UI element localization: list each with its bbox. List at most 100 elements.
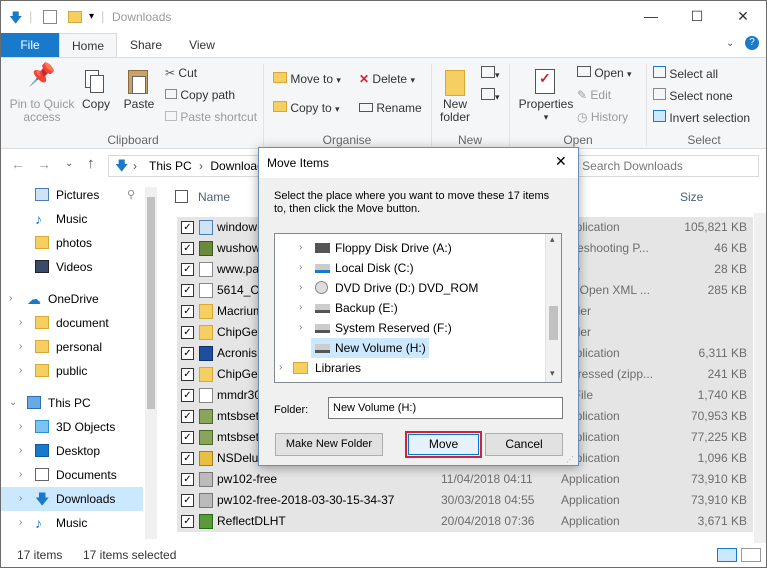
- paste-button[interactable]: Paste: [121, 68, 157, 111]
- row-checkbox[interactable]: ✓: [181, 452, 194, 465]
- sidebar-item-this-pc[interactable]: ⌄ This PC: [1, 391, 143, 415]
- chevron-right-icon[interactable]: ›: [279, 358, 282, 378]
- minimize-button[interactable]: —: [628, 1, 674, 31]
- tree-item-local-disk[interactable]: › Local Disk (C:): [275, 258, 547, 278]
- up-arrow-icon[interactable]: ↑: [87, 155, 95, 172]
- sidebar-item-photos[interactable]: photos: [1, 231, 143, 255]
- chevron-right-icon[interactable]: ›: [19, 511, 22, 535]
- sidebar-item-documents[interactable]: › Documents: [1, 463, 143, 487]
- row-checkbox[interactable]: ✓: [181, 368, 194, 381]
- back-arrow-icon[interactable]: ←: [11, 156, 25, 172]
- down-arrow-icon[interactable]: 🡇: [9, 9, 22, 31]
- edit-button[interactable]: ✎ Edit: [577, 88, 611, 102]
- chevron-right-icon[interactable]: ›: [19, 335, 22, 359]
- chevron-right-icon[interactable]: ›: [299, 258, 302, 278]
- chevron-right-icon[interactable]: ›: [9, 287, 12, 311]
- row-checkbox[interactable]: ✓: [181, 284, 194, 297]
- chevron-right-icon[interactable]: ›: [19, 359, 22, 383]
- sidebar-scrollbar[interactable]: [145, 187, 157, 539]
- tree-scrollbar[interactable]: ▴ ▾: [545, 234, 561, 382]
- chevron-right-icon[interactable]: ›: [299, 238, 302, 258]
- address-bar[interactable]: 🡇 › This PC › Downloads: [108, 155, 278, 177]
- new-folder-icon[interactable]: [68, 11, 82, 23]
- scroll-up-icon[interactable]: ▴: [550, 234, 555, 245]
- row-checkbox[interactable]: ✓: [181, 221, 194, 234]
- sidebar-item-onedrive[interactable]: › ☁ OneDrive: [1, 287, 143, 311]
- chevron-right-icon[interactable]: ›: [19, 463, 22, 487]
- dialog-close-icon[interactable]: ✕: [555, 153, 567, 170]
- chevron-right-icon[interactable]: ›: [19, 487, 22, 511]
- table-row[interactable]: ✓ ReflectDLHT 20/04/2018 07:36 Application 3…: [177, 511, 753, 532]
- new-item-button[interactable]: ▾: [481, 66, 500, 81]
- paste-shortcut-button[interactable]: Paste shortcut: [165, 110, 257, 124]
- close-button[interactable]: ✕: [720, 1, 766, 31]
- chevron-right-icon[interactable]: ›: [299, 278, 302, 298]
- tree-item-system-reserved[interactable]: › System Reserved (F:): [275, 318, 547, 338]
- row-checkbox[interactable]: ✓: [181, 410, 194, 423]
- chevron-right-icon[interactable]: ›: [19, 439, 22, 463]
- file-list-scrollbar[interactable]: [754, 213, 766, 543]
- move-to-button[interactable]: Move to ▾: [273, 72, 341, 86]
- chevron-right-icon[interactable]: ›: [299, 318, 302, 338]
- copy-button[interactable]: Copy: [79, 68, 113, 111]
- scrollbar-thumb[interactable]: [549, 306, 558, 340]
- easy-access-button[interactable]: ▾: [481, 88, 500, 103]
- row-checkbox[interactable]: ✓: [181, 473, 194, 486]
- scroll-down-icon[interactable]: ▾: [550, 368, 555, 379]
- chevron-right-icon[interactable]: ›: [299, 298, 302, 318]
- scrollbar-thumb[interactable]: [147, 197, 155, 409]
- sidebar-item-3d-objects[interactable]: › 3D Objects: [1, 415, 143, 439]
- chevron-right-icon[interactable]: ›: [19, 415, 22, 439]
- make-new-folder-button[interactable]: Make New Folder: [275, 433, 383, 456]
- select-all-button[interactable]: Select all: [653, 66, 718, 81]
- breadcrumb-this-pc[interactable]: This PC: [149, 159, 192, 173]
- tab-view[interactable]: View: [177, 33, 227, 57]
- row-checkbox[interactable]: ✓: [181, 431, 194, 444]
- folder-tree[interactable]: › Floppy Disk Drive (A:) › Local Disk (C…: [274, 233, 562, 383]
- select-none-button[interactable]: Select none: [653, 88, 733, 103]
- resize-grip-icon[interactable]: ⋰: [566, 455, 574, 464]
- tab-home[interactable]: Home: [59, 33, 117, 57]
- row-checkbox[interactable]: ✓: [181, 389, 194, 402]
- column-name[interactable]: Name: [198, 190, 230, 204]
- new-folder-button[interactable]: New folder: [435, 66, 475, 124]
- select-all-checkbox[interactable]: [175, 190, 188, 203]
- cut-button[interactable]: ✂ Cut: [165, 66, 197, 80]
- tree-item-floppy[interactable]: › Floppy Disk Drive (A:): [275, 238, 547, 258]
- search-input[interactable]: ⚲ Search Downloads: [563, 155, 759, 177]
- row-checkbox[interactable]: ✓: [181, 515, 194, 528]
- delete-button[interactable]: ✕ Delete ▾: [359, 72, 415, 86]
- properties-button[interactable]: ✓ Properties ▾: [515, 66, 577, 124]
- sidebar-item-personal[interactable]: › personal: [1, 335, 143, 359]
- history-button[interactable]: ◷ History: [577, 110, 628, 124]
- sidebar-item-desktop[interactable]: › Desktop: [1, 439, 143, 463]
- help-icon[interactable]: ?: [745, 36, 759, 50]
- row-checkbox[interactable]: ✓: [181, 494, 194, 507]
- chevron-down-icon[interactable]: ⌄: [9, 391, 17, 415]
- tree-item-dvd-drive[interactable]: › DVD Drive (D:) DVD_ROM: [275, 278, 547, 298]
- copy-to-button[interactable]: Copy to ▾: [273, 101, 340, 115]
- open-button[interactable]: Open ▾: [577, 66, 632, 80]
- row-checkbox[interactable]: ✓: [181, 305, 194, 318]
- sidebar-item-document[interactable]: › document: [1, 311, 143, 335]
- sidebar-item-music-pc[interactable]: › ♪ Music: [1, 511, 143, 535]
- sidebar-item-music[interactable]: ♪ Music: [1, 207, 143, 231]
- row-checkbox[interactable]: ✓: [181, 326, 194, 339]
- tab-share[interactable]: Share: [119, 33, 173, 57]
- tree-item-backup[interactable]: › Backup (E:): [275, 298, 547, 318]
- pin-to-quick-access-button[interactable]: 📌 Pin to Quick access: [7, 64, 77, 124]
- row-checkbox[interactable]: ✓: [181, 347, 194, 360]
- recent-locations-icon[interactable]: ⌄: [65, 158, 73, 169]
- chevron-down-icon[interactable]: ⌄: [726, 38, 734, 49]
- tree-item-new-volume[interactable]: New Volume (H:): [311, 338, 429, 358]
- sidebar-item-downloads[interactable]: › 🡇 Downloads: [1, 487, 143, 511]
- row-checkbox[interactable]: ✓: [181, 263, 194, 276]
- tree-item-libraries[interactable]: › Libraries: [275, 358, 547, 378]
- chevron-right-icon[interactable]: ›: [19, 311, 22, 335]
- table-row[interactable]: ✓ pw102-free 11/04/2018 04:11 Application 73…: [177, 469, 753, 490]
- invert-selection-button[interactable]: Invert selection: [653, 110, 750, 125]
- details-view-icon[interactable]: [717, 548, 737, 562]
- move-button[interactable]: Move: [405, 431, 482, 458]
- column-size[interactable]: Size: [680, 190, 703, 204]
- maximize-button[interactable]: ☐: [674, 1, 720, 31]
